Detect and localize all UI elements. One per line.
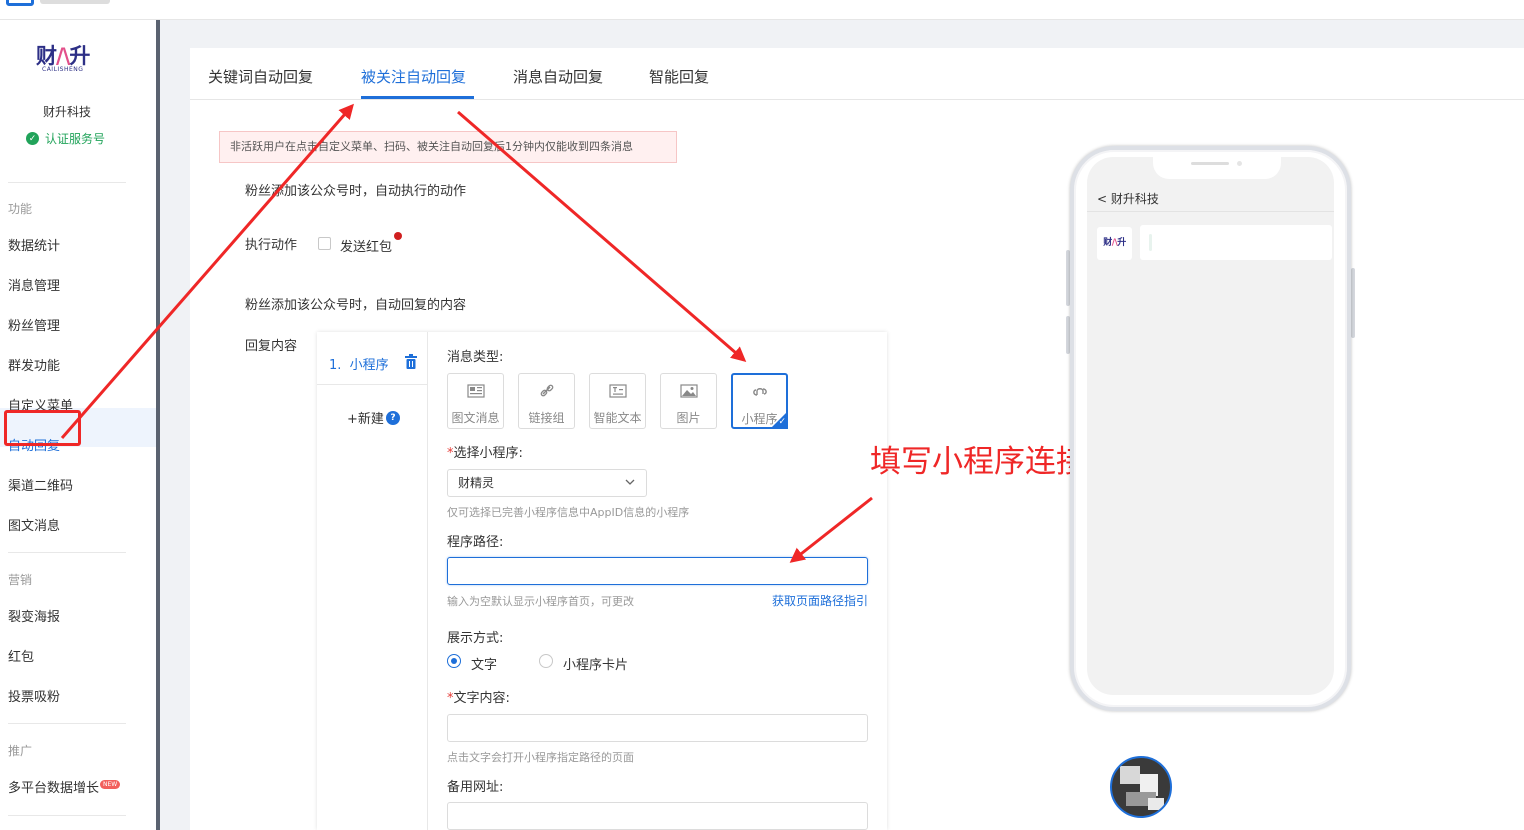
reply-intro: 粉丝添加该公众号时，自动回复的内容: [245, 298, 467, 313]
display-label: 展示方式:: [447, 631, 504, 646]
msg-type-link-group[interactable]: 链接组: [518, 373, 575, 429]
phone-side-button: [1351, 268, 1355, 338]
display-card-radio[interactable]: [539, 654, 553, 668]
select-mp-label: *选择小程序:: [447, 446, 523, 461]
mini-program-icon: [752, 388, 767, 396]
action-label: 执行动作: [245, 238, 298, 253]
display-card-label[interactable]: 小程序卡片: [563, 654, 628, 673]
chat-bubble: [1140, 225, 1332, 260]
msg-type-label: 消息类型:: [447, 350, 504, 365]
phone-notch: [1153, 157, 1281, 179]
tab-message-reply[interactable]: 消息自动回复: [513, 66, 603, 87]
tab-keyword-reply[interactable]: 关键词自动回复: [208, 66, 313, 87]
image-icon: [679, 384, 698, 398]
reply-label: 回复内容: [245, 339, 298, 354]
action-intro: 粉丝添加该公众号时，自动执行的动作: [245, 184, 467, 199]
app-logo-fragment: [6, 0, 34, 6]
tab-active-indicator: [361, 96, 474, 99]
sidebar-divider: [156, 20, 160, 830]
reply-list: [317, 332, 428, 830]
sidebar-item-articles[interactable]: 图文消息: [8, 517, 60, 537]
tab-smart-reply[interactable]: 智能回复: [649, 66, 709, 87]
floating-avatar[interactable]: [1110, 756, 1172, 818]
app-title-fragment: [40, 0, 110, 4]
path-label: 程序路径:: [447, 535, 504, 550]
redpack-label[interactable]: 发送红包: [340, 236, 392, 255]
sidebar-item-fission-poster[interactable]: 裂变海报: [8, 608, 60, 628]
msg-type-image[interactable]: 图片: [660, 373, 717, 429]
news-icon: [466, 384, 485, 398]
brand-logo: 财/\升 CAILISHENG: [36, 44, 90, 73]
divider: [8, 552, 126, 553]
annotation-highlight-box: [4, 410, 81, 446]
sidebar-item-multi-platform[interactable]: 多平台数据增长: [8, 779, 99, 799]
section-label-promo: 推广: [8, 744, 33, 758]
check-icon: ✓: [26, 132, 39, 145]
top-bar: [0, 0, 1524, 20]
divider: [8, 182, 126, 183]
sidebar-item-data-stats[interactable]: 数据统计: [8, 237, 60, 257]
sidebar-item-fans[interactable]: 粉丝管理: [8, 317, 60, 337]
display-text-radio[interactable]: [447, 654, 461, 668]
path-input[interactable]: [447, 557, 868, 585]
sidebar-item-vote[interactable]: 投票吸粉: [8, 688, 60, 708]
new-badge: NEW: [100, 780, 121, 789]
msg-type-news[interactable]: 图文消息: [447, 373, 504, 429]
path-guide-link[interactable]: 获取页面路径指引: [772, 592, 868, 609]
chevron-down-icon: [625, 479, 635, 485]
sidebar-item-broadcast[interactable]: 群发功能: [8, 357, 60, 377]
link-icon: [540, 384, 553, 397]
phone-chat-title: 财升科技: [1110, 192, 1159, 206]
divider: [8, 723, 126, 724]
select-mp-hint: 仅可选择已完善小程序信息中AppID信息的小程序: [447, 506, 690, 519]
backup-url-label: 备用网址:: [447, 780, 504, 795]
msg-type-smart-text[interactable]: 智能文本: [589, 373, 646, 429]
section-label-marketing: 营销: [8, 573, 33, 587]
trash-icon[interactable]: [404, 354, 418, 370]
phone-chat-header: < 财升科技: [1087, 186, 1334, 212]
back-icon: <: [1097, 192, 1108, 206]
checkmark-icon: ✓: [778, 417, 786, 427]
path-hint: 输入为空默认显示小程序首页，可更改: [447, 595, 634, 608]
red-dot-indicator: [394, 232, 402, 240]
account-name: 财升科技: [42, 105, 91, 119]
sidebar-item-redpack[interactable]: 红包: [8, 648, 34, 668]
backup-url-input[interactable]: [447, 802, 868, 830]
display-text-label[interactable]: 文字: [471, 654, 497, 673]
sidebar-item-messages[interactable]: 消息管理: [8, 277, 60, 297]
text-content-label: *文字内容:: [447, 691, 510, 706]
divider: [317, 384, 428, 385]
tab-follow-reply[interactable]: 被关注自动回复: [361, 66, 466, 87]
tab-bar: 关键词自动回复 被关注自动回复 消息自动回复 智能回复: [190, 48, 1524, 100]
reply-list-item[interactable]: 1. 小程序: [329, 354, 389, 373]
sidebar-item-channel-qrcode[interactable]: 渠道二维码: [8, 477, 73, 497]
help-icon[interactable]: ?: [386, 411, 400, 425]
divider: [8, 815, 126, 816]
mini-program-select[interactable]: 财精灵: [447, 469, 647, 497]
notice-banner: 非活跃用户在点击自定义菜单、扫码、被关注自动回复后1分钟内仅能收到四条消息: [219, 131, 677, 163]
msg-type-mini-program[interactable]: 小程序 ✓: [731, 373, 788, 429]
text-content-hint: 点击文字会打开小程序指定路径的页面: [447, 751, 634, 764]
verified-badge: ✓ 认证服务号: [26, 130, 105, 147]
text-content-input[interactable]: [447, 714, 868, 742]
chat-avatar: 财/\升: [1097, 227, 1132, 260]
text-icon: [608, 384, 627, 398]
section-label-func: 功能: [8, 202, 33, 216]
new-reply-button[interactable]: +新建: [347, 408, 384, 427]
annotation-text: 填写小程序连接: [870, 444, 1087, 480]
redpack-checkbox[interactable]: [318, 237, 331, 250]
